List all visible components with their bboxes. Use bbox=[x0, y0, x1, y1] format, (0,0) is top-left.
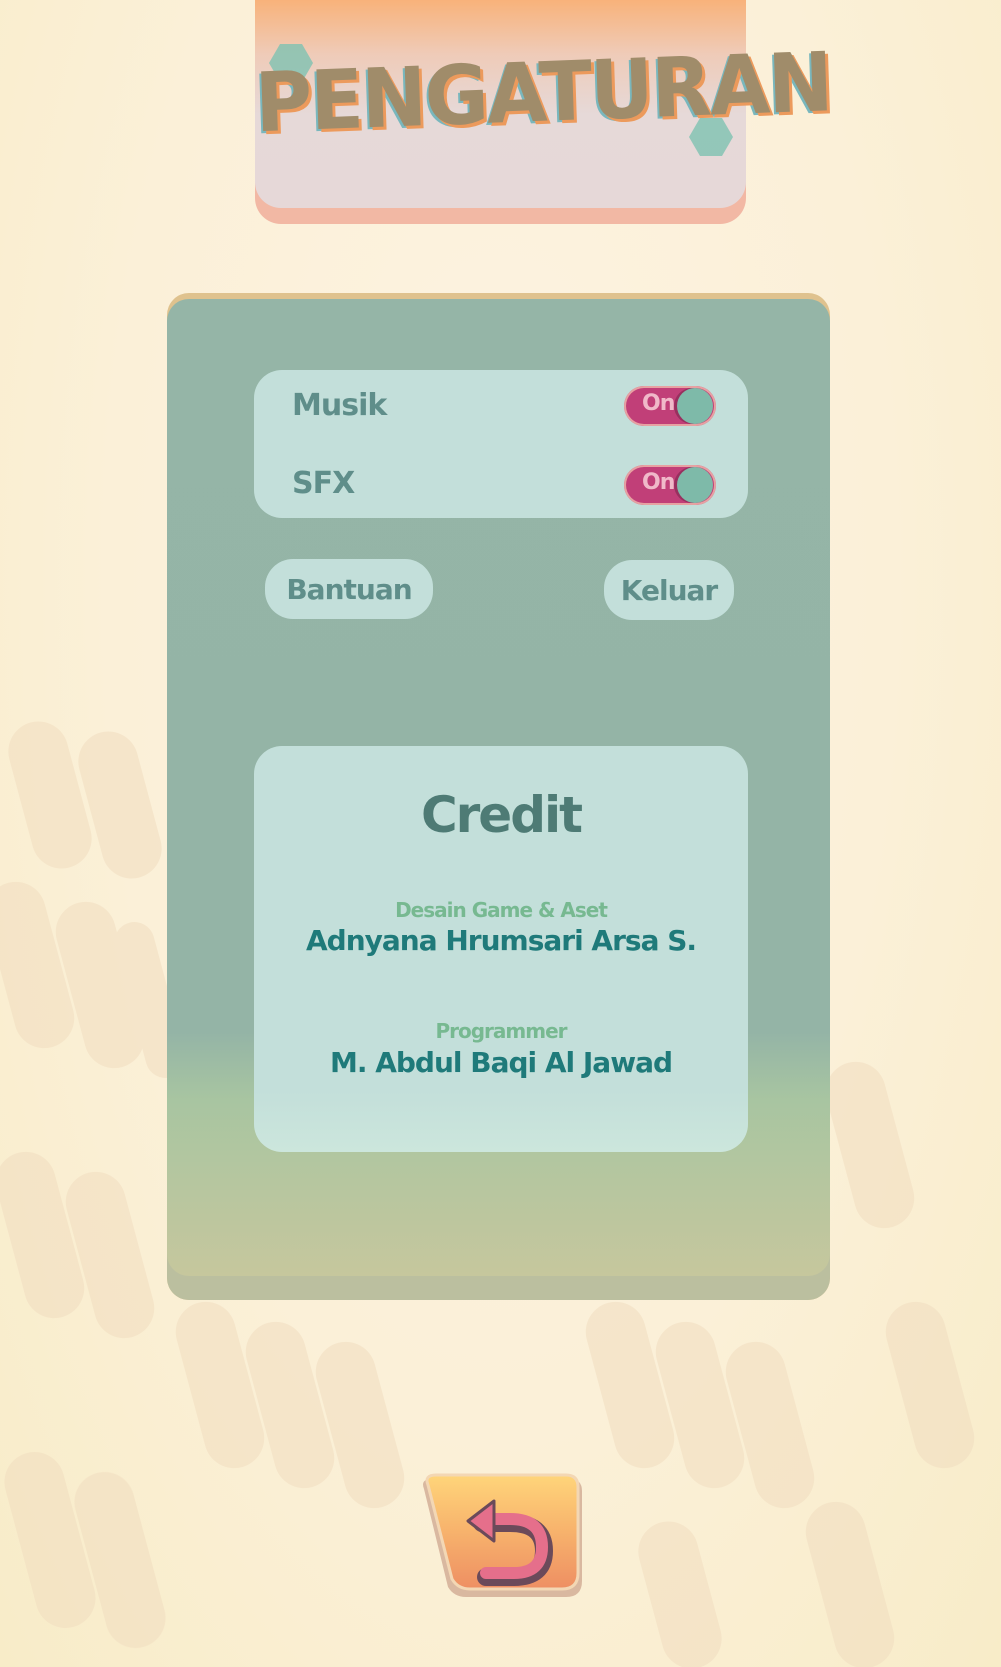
music-toggle-knob bbox=[677, 388, 713, 424]
title-banner: PENGATURAN bbox=[253, 0, 833, 224]
title-banner-face: PENGATURAN bbox=[253, 0, 833, 208]
sfx-label: SFX bbox=[292, 466, 355, 501]
credit-name: M. Abdul Baqi Al Jawad bbox=[329, 1046, 673, 1079]
music-toggle-state: On bbox=[642, 391, 675, 416]
credit-name: Adnyana Hrumsari Arsa S. bbox=[305, 924, 697, 957]
credit-card: Credit Desain Game & Aset Adnyana Hrumsa… bbox=[254, 746, 748, 1152]
credit-role: Programmer bbox=[435, 1019, 567, 1043]
sfx-toggle-knob bbox=[677, 467, 713, 503]
music-toggle[interactable]: On bbox=[624, 386, 716, 426]
settings-panel: Musik On SFX On Bantuan Keluar Credit De… bbox=[167, 299, 830, 1276]
credit-role: Desain Game & Aset bbox=[395, 898, 608, 922]
music-label: Musik bbox=[292, 388, 387, 423]
audio-settings-card: Musik On SFX On bbox=[254, 370, 748, 518]
sfx-toggle[interactable]: On bbox=[624, 465, 716, 505]
undo-arrow-icon bbox=[423, 1473, 582, 1597]
page-title: PENGATURAN bbox=[253, 35, 833, 152]
back-button[interactable] bbox=[410, 1473, 590, 1613]
help-button[interactable]: Bantuan bbox=[265, 559, 433, 619]
sfx-toggle-state: On bbox=[642, 470, 675, 495]
exit-button[interactable]: Keluar bbox=[604, 560, 734, 620]
credit-heading: Credit bbox=[420, 786, 583, 844]
